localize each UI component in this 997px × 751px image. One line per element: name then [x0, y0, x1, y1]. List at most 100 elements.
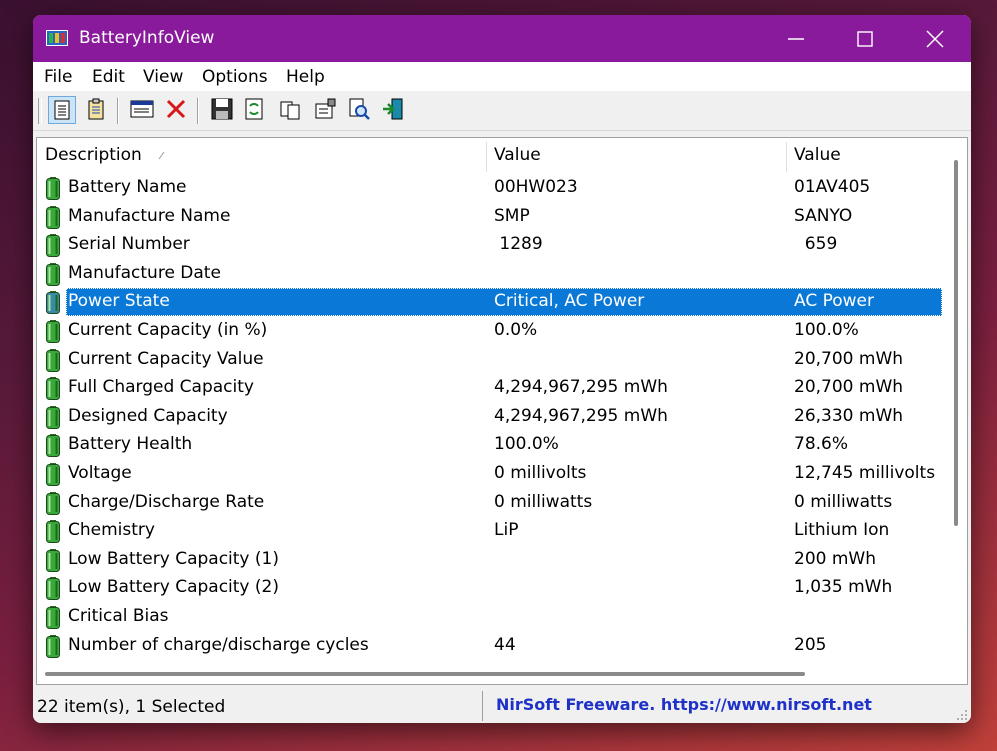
maximize-button[interactable]	[830, 15, 900, 62]
table-row[interactable]: Critical Bias	[37, 603, 947, 631]
row-description: Manufacture Date	[68, 263, 221, 283]
minimize-button[interactable]	[761, 15, 831, 62]
nirsoft-link[interactable]: NirSoft Freeware. https://www.nirsoft.ne…	[496, 695, 872, 714]
row-description: Power State	[68, 291, 170, 311]
title-bar[interactable]: BatteryInfoView	[33, 15, 971, 62]
menu-file[interactable]: File	[44, 67, 72, 87]
table-row[interactable]: Serial Number 1289 659	[37, 231, 947, 259]
column-divider[interactable]	[486, 142, 487, 172]
properties-icon	[315, 98, 336, 119]
row-value-1: 0 millivolts	[494, 463, 587, 483]
properties-window-button[interactable]	[129, 96, 157, 124]
table-row[interactable]: Chemistry LiP Lithium Ion	[37, 517, 947, 545]
app-window: BatteryInfoView File Edit View Options H…	[33, 15, 971, 723]
row-value-2: 100.0%	[794, 320, 859, 340]
toolbar	[33, 91, 971, 131]
copy-button[interactable]	[277, 96, 305, 124]
toolbar-grip[interactable]	[38, 98, 42, 124]
table-row[interactable]: Manufacture Date	[37, 260, 947, 288]
properties-button[interactable]	[312, 96, 340, 124]
resize-grip-icon[interactable]	[956, 709, 968, 721]
table-row[interactable]: Number of charge/discharge cycles 44 205	[37, 632, 947, 660]
close-button[interactable]	[900, 15, 970, 62]
table-row[interactable]: Power State Critical, AC Power AC Power	[37, 288, 947, 316]
delete-button[interactable]	[163, 96, 191, 124]
table-row[interactable]: Current Capacity Value 20,700 mWh	[37, 346, 947, 374]
menu-help[interactable]: Help	[286, 67, 325, 87]
row-value-1: 1289	[494, 234, 543, 254]
battery-icon	[46, 549, 60, 572]
battery-log-button[interactable]	[83, 96, 111, 124]
battery-icon	[46, 234, 60, 257]
row-value-2: Lithium Ion	[794, 520, 890, 540]
minimize-icon	[788, 38, 804, 40]
refresh-button[interactable]	[241, 96, 269, 124]
table-row[interactable]: Full Charged Capacity 4,294,967,295 mWh 20…	[37, 374, 947, 402]
table-row[interactable]: Low Battery Capacity (1) 200 mWh	[37, 546, 947, 574]
row-value-1: 0.0%	[494, 320, 538, 340]
row-value-1: 100.0%	[494, 434, 559, 454]
row-description: Battery Health	[68, 434, 193, 454]
refresh-icon	[245, 98, 263, 120]
vertical-scrollbar-thumb[interactable]	[954, 160, 958, 526]
menu-bar: File Edit View Options Help	[33, 62, 971, 91]
column-header-value-2[interactable]: Value	[794, 138, 841, 172]
battery-information-icon	[54, 100, 70, 120]
table-row[interactable]: Battery Name 00HW023 01AV405	[37, 174, 947, 202]
row-value-1: 4,294,967,295 mWh	[494, 377, 668, 397]
vertical-scrollbar[interactable]	[951, 160, 961, 660]
table-row[interactable]: Designed Capacity 4,294,967,295 mWh 26,330…	[37, 403, 947, 431]
copy-icon	[280, 101, 300, 120]
menu-options[interactable]: Options	[202, 67, 268, 87]
row-value-2: AC Power	[794, 291, 875, 311]
table-row[interactable]: Low Battery Capacity (2) 1,035 mWh	[37, 574, 947, 602]
row-value-2: 78.6%	[794, 434, 849, 454]
row-value-2: 0 milliwatts	[794, 492, 893, 512]
list-header: Description Value Value	[37, 138, 947, 172]
row-value-1: 4,294,967,295 mWh	[494, 406, 668, 426]
maximize-icon	[857, 31, 873, 47]
row-description: Chemistry	[68, 520, 155, 540]
table-row[interactable]: Battery Health 100.0% 78.6%	[37, 431, 947, 459]
row-value-1: LiP	[494, 520, 519, 540]
menu-edit[interactable]: Edit	[92, 67, 125, 87]
row-value-2: 1,035 mWh	[794, 577, 893, 597]
column-divider[interactable]	[786, 142, 787, 172]
horizontal-scrollbar[interactable]	[37, 664, 967, 684]
row-value-2: 659	[794, 234, 838, 254]
toolbar-separator	[197, 98, 199, 124]
battery-icon	[46, 177, 60, 200]
table-row[interactable]: Manufacture Name SMP SANYO	[37, 203, 947, 231]
row-value-2: 205	[794, 635, 827, 655]
row-value-1: 00HW023	[494, 177, 578, 197]
find-icon	[349, 98, 370, 120]
row-description: Battery Name	[68, 177, 187, 197]
properties-window-icon	[130, 100, 154, 118]
table-row[interactable]: Voltage 0 millivolts 12,745 millivolts	[37, 460, 947, 488]
sort-ascending-icon	[158, 151, 165, 160]
row-description: Serial Number	[68, 234, 190, 254]
table-row[interactable]: Charge/Discharge Rate 0 milliwatts 0 milli…	[37, 489, 947, 517]
exit-icon	[383, 98, 403, 120]
find-button[interactable]	[346, 96, 374, 124]
row-value-2: 01AV405	[794, 177, 871, 197]
save-button[interactable]	[209, 96, 237, 124]
exit-button[interactable]	[380, 96, 408, 124]
battery-info-button[interactable]	[48, 96, 76, 124]
row-description: Current Capacity Value	[68, 349, 264, 369]
row-description: Manufacture Name	[68, 206, 231, 226]
battery-info-list[interactable]: Description Value Value Battery Name 00HW…	[36, 137, 968, 685]
horizontal-scrollbar-thumb[interactable]	[45, 672, 805, 676]
column-header-description[interactable]: Description	[45, 138, 142, 172]
battery-icon	[46, 635, 60, 658]
menu-view[interactable]: View	[143, 67, 183, 87]
row-value-2: 12,745 millivolts	[794, 463, 936, 483]
row-value-2: 20,700 mWh	[794, 349, 904, 369]
row-description: Low Battery Capacity (1)	[68, 549, 279, 569]
battery-icon	[46, 577, 60, 600]
row-value-1: Critical, AC Power	[494, 291, 645, 311]
battery-icon	[46, 406, 60, 429]
column-header-value-1[interactable]: Value	[494, 138, 541, 172]
table-row[interactable]: Current Capacity (in %) 0.0% 100.0%	[37, 317, 947, 345]
row-value-2: 200 mWh	[794, 549, 876, 569]
